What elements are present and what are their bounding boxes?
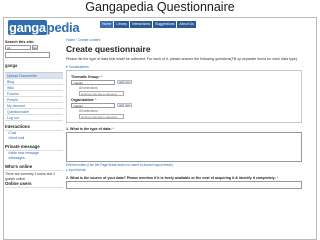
nav-tab-about-us[interactable]: About Us xyxy=(177,21,196,28)
thematic-add-button[interactable]: add new xyxy=(117,80,133,84)
input-format-toggle[interactable]: ▸ Input format xyxy=(66,168,314,172)
editor-help-text[interactable]: Edit text editor (Use the Page Break but… xyxy=(66,163,314,167)
slide-title: Gangapedia Questionnaire xyxy=(85,0,235,14)
nav-tab-home[interactable]: Home xyxy=(100,21,114,28)
browser-frame: ganga pedia Home Library Interactions Sug… xyxy=(3,17,317,240)
search-title: Search this site: xyxy=(5,40,35,44)
private-message-block: Private message Write new message Messag… xyxy=(5,144,63,161)
whos-online-title: Who's online xyxy=(5,164,63,171)
whos-online-block: Who's online There are currently 2 users… xyxy=(5,164,63,188)
vocabularies-legend[interactable]: ▾ Vocabularies xyxy=(66,65,314,69)
private-message-title: Private message xyxy=(5,144,63,151)
interactions-title: Interactions xyxy=(5,124,63,131)
organization-selection-box: Nothing has been selected. xyxy=(79,113,124,119)
primary-nav: Home Library Interactions Suggestions Ab… xyxy=(100,21,196,28)
thematic-count-note: All selections xyxy=(79,85,98,90)
organization-add-button[interactable]: add new xyxy=(117,103,133,107)
sidebar: Search this site: All Go ganga Upload Do… xyxy=(5,38,63,238)
sidebar-menu: Upload Documents Blog Wiki Forums People… xyxy=(5,72,63,121)
thematic-group-row: <none> add new xyxy=(71,79,297,85)
sidebar-item-log-out[interactable]: Log out xyxy=(5,115,63,121)
organization-label: Organization: * xyxy=(71,97,97,102)
question-1-label: 1. What is the type of data: * xyxy=(66,126,114,131)
site-header: ganga pedia Home Library Interactions Sug… xyxy=(4,18,316,37)
organization-row: <none> add new xyxy=(71,102,297,108)
vocabularies-fieldset: Thematic Group: * <none> add new All sel… xyxy=(66,69,302,123)
thematic-group-select[interactable]: <none> xyxy=(71,79,115,85)
organization-count-note: All selections xyxy=(79,108,98,113)
messages-link[interactable]: Messages xyxy=(8,156,63,161)
sidebar-user-heading: ganga xyxy=(5,63,18,68)
intro-text: Please list the type of data that is/wil… xyxy=(66,57,299,61)
question-2-label: 2. What is the source of your data? Plea… xyxy=(66,175,279,180)
whos-online-text: There are currently 2 users and 2 guests… xyxy=(5,172,56,181)
search-row: All Go xyxy=(5,45,63,50)
question-2-textarea[interactable] xyxy=(66,180,302,189)
send-mail-link[interactable]: Send mail xyxy=(8,136,63,141)
search-input[interactable] xyxy=(5,52,50,58)
thematic-group-label: Thematic Group: * xyxy=(71,74,103,79)
main-content: Home › Create content Create questionnai… xyxy=(66,38,314,239)
search-scope-select[interactable]: All xyxy=(5,45,31,50)
search-go-button[interactable]: Go xyxy=(32,45,38,50)
nav-tab-library[interactable]: Library xyxy=(114,21,130,28)
site-logo[interactable]: ganga pedia xyxy=(8,20,80,35)
organization-select[interactable]: <none> xyxy=(71,102,115,108)
nav-tab-suggestions[interactable]: Suggestions xyxy=(153,21,177,28)
online-users-title: Online users xyxy=(5,181,63,188)
page-title: Create questionnaire xyxy=(66,44,151,54)
interactions-block: Interactions Chat Send mail xyxy=(5,124,63,141)
nav-tab-interactions[interactable]: Interactions xyxy=(130,21,153,28)
question-1-textarea[interactable] xyxy=(66,131,302,162)
breadcrumb[interactable]: Home › Create content xyxy=(66,38,314,42)
thematic-selection-box: Nothing has been selected. xyxy=(79,90,124,96)
